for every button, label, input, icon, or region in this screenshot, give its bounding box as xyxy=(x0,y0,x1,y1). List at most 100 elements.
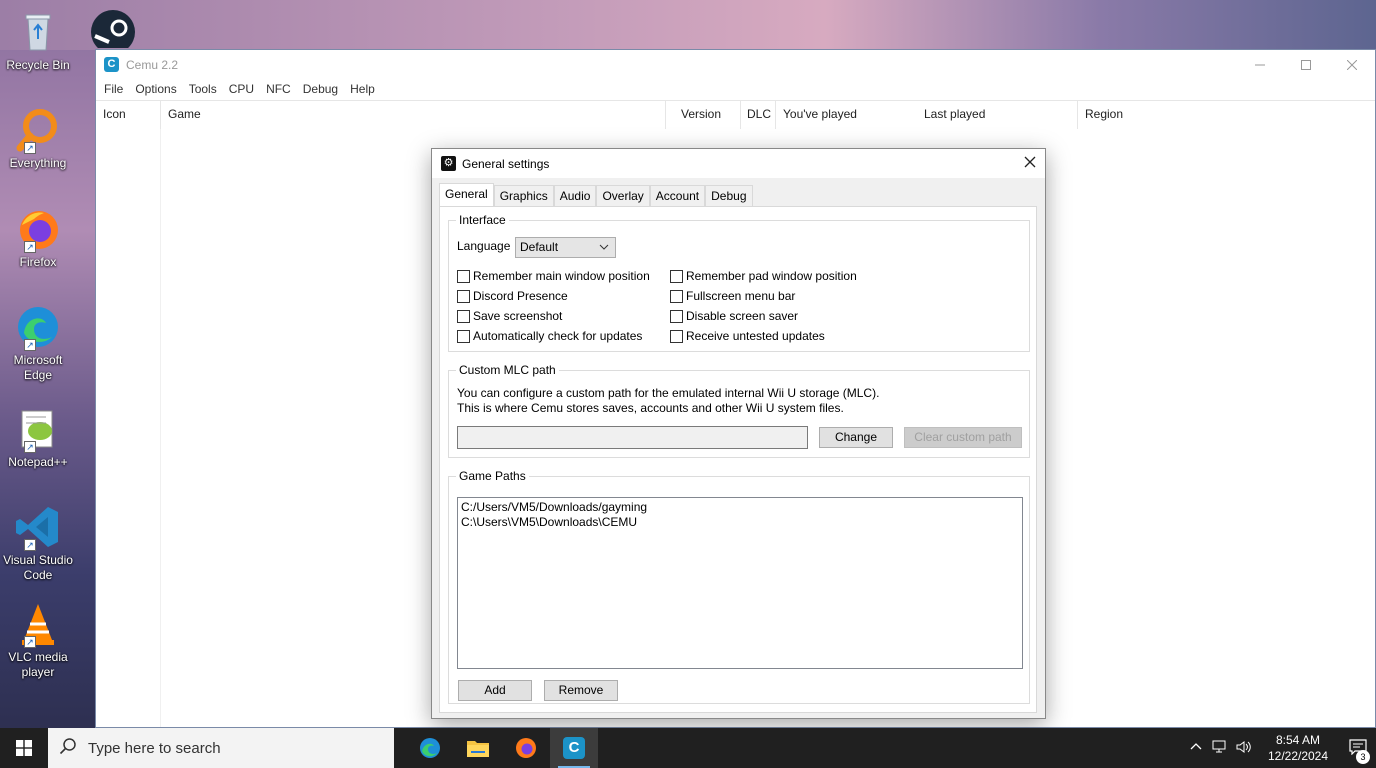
desktop-icon-label: Visual Studio Code xyxy=(3,553,73,582)
menu-debug[interactable]: Debug xyxy=(297,82,344,96)
vlc-icon: ↗ xyxy=(14,600,62,648)
taskbar-search-box[interactable]: Type here to search xyxy=(48,728,394,768)
language-select[interactable]: Default xyxy=(515,237,616,258)
taskbar-firefox[interactable] xyxy=(502,728,550,768)
tab-overlay[interactable]: Overlay xyxy=(596,185,650,206)
taskbar-cemu[interactable]: C xyxy=(550,728,598,768)
close-icon xyxy=(1347,59,1357,70)
mlc-description-1: You can configure a custom path for the … xyxy=(457,386,879,400)
checkbox-fullscreen-menu-bar[interactable]: Fullscreen menu bar xyxy=(670,289,795,303)
checkbox-remember-main-window[interactable]: Remember main window position xyxy=(457,269,650,283)
cemu-app-icon: C xyxy=(104,57,119,72)
taskbar-edge[interactable] xyxy=(406,728,454,768)
edge-icon xyxy=(420,738,440,758)
menubar: File Options Tools CPU NFC Debug Help xyxy=(96,79,1375,99)
checkbox-box[interactable] xyxy=(457,289,470,303)
menu-help[interactable]: Help xyxy=(344,82,381,96)
start-button[interactable] xyxy=(0,728,48,768)
desktop-icon-notepadpp[interactable]: ↗ Notepad++ xyxy=(2,405,74,470)
checkbox-label: Receive untested updates xyxy=(686,329,825,343)
game-path-item[interactable]: C:\Users\VM5\Downloads\CEMU xyxy=(461,515,1019,530)
column-icon[interactable]: Icon xyxy=(96,101,161,129)
desktop-icon-vlc[interactable]: ↗ VLC media player xyxy=(2,600,74,680)
checkbox-box[interactable] xyxy=(670,289,683,303)
checkbox-receive-untested-updates[interactable]: Receive untested updates xyxy=(670,329,825,343)
game-paths-group: Game Paths C:/Users/VM5/Downloads/gaymin… xyxy=(448,469,1030,704)
tab-audio[interactable]: Audio xyxy=(553,185,597,206)
checkbox-disable-screen-saver[interactable]: Disable screen saver xyxy=(670,309,798,323)
steam-icon[interactable] xyxy=(89,8,137,54)
taskbar-file-explorer[interactable] xyxy=(454,728,502,768)
tab-account[interactable]: Account xyxy=(649,185,706,206)
mlc-description-text: You can configure a custom path for the … xyxy=(457,386,880,400)
desktop-icon-firefox[interactable]: ↗ Firefox xyxy=(2,205,74,270)
column-region[interactable]: Region xyxy=(1078,101,1278,129)
desktop-icon-label: Notepad++ xyxy=(8,455,68,469)
menu-cpu[interactable]: CPU xyxy=(223,82,260,96)
checkbox-box[interactable] xyxy=(670,269,683,283)
dialog-titlebar[interactable]: ⚙ General settings xyxy=(432,149,1045,178)
column-dlc[interactable]: DLC xyxy=(741,101,776,129)
tab-debug[interactable]: Debug xyxy=(705,185,753,206)
clock-date: 12/22/2024 xyxy=(1267,749,1329,763)
desktop-icon-everything[interactable]: ↗ Everything xyxy=(2,106,74,171)
close-icon xyxy=(1024,156,1036,167)
system-tray: 8:54 AM 12/22/2024 3 xyxy=(1184,728,1376,768)
checkbox-box[interactable] xyxy=(457,269,470,283)
search-placeholder: Type here to search xyxy=(88,739,221,757)
checkbox-save-screenshot[interactable]: Save screenshot xyxy=(457,309,562,323)
chevron-down-icon xyxy=(599,238,609,264)
maximize-button[interactable] xyxy=(1283,50,1329,79)
checkbox-label: Save screenshot xyxy=(473,309,563,323)
desktop-icon-vscode[interactable]: ↗ Visual Studio Code xyxy=(2,503,74,583)
minimize-button[interactable] xyxy=(1237,50,1283,79)
remove-game-path-button[interactable]: Remove xyxy=(544,680,618,701)
checkbox-box[interactable] xyxy=(670,309,683,323)
general-tab-panel: Interface Language Default Remember main… xyxy=(439,206,1037,713)
close-button[interactable] xyxy=(1329,50,1375,79)
notification-center-button[interactable]: 3 xyxy=(1340,738,1376,764)
checkbox-remember-pad-window[interactable]: Remember pad window position xyxy=(670,269,857,283)
desktop-icon-label: Firefox xyxy=(19,255,57,269)
clock-time: 8:54 AM xyxy=(1275,733,1321,747)
mlc-path-input[interactable] xyxy=(457,426,808,449)
menu-options[interactable]: Options xyxy=(129,82,182,96)
game-path-item[interactable]: C:/Users/VM5/Downloads/gayming xyxy=(461,500,1019,515)
tab-graphics[interactable]: Graphics xyxy=(493,185,554,206)
desktop-icon-edge[interactable]: ↗ Microsoft Edge xyxy=(2,303,74,383)
column-version[interactable]: Version xyxy=(666,101,741,129)
notepadpp-icon: ↗ xyxy=(14,405,62,453)
change-mlc-button[interactable]: Change xyxy=(819,427,893,448)
column-youve-played[interactable]: You've played xyxy=(776,101,917,129)
cemu-titlebar[interactable]: C Cemu 2.2 xyxy=(96,50,1375,79)
dialog-close-button[interactable] xyxy=(1015,155,1045,173)
search-icon xyxy=(48,737,88,760)
checkbox-discord-presence[interactable]: Discord Presence xyxy=(457,289,568,303)
tab-general[interactable]: General xyxy=(439,183,494,206)
column-last-played[interactable]: Last played xyxy=(917,101,1078,129)
cemu-app-icon: C xyxy=(563,737,585,759)
checkbox-auto-check-updates[interactable]: Automatically check for updates xyxy=(457,329,642,343)
mlc-description-2: This is where Cemu stores saves, account… xyxy=(457,401,844,415)
menu-file[interactable]: File xyxy=(98,82,129,96)
add-game-path-button[interactable]: Add xyxy=(458,680,532,701)
minimize-icon xyxy=(1255,64,1265,65)
menu-tools[interactable]: Tools xyxy=(183,82,223,96)
checkbox-box[interactable] xyxy=(457,309,470,323)
interface-group-label: Interface xyxy=(456,213,509,227)
checkbox-box[interactable] xyxy=(457,329,470,343)
chevron-up-icon[interactable] xyxy=(1184,741,1208,756)
desktop-icon-recycle-bin[interactable]: Recycle Bin xyxy=(2,8,74,73)
game-list-header: Icon Game Version DLC You've played Last… xyxy=(96,100,1375,129)
menu-nfc[interactable]: NFC xyxy=(260,82,297,96)
taskbar-clock[interactable]: 8:54 AM 12/22/2024 xyxy=(1262,732,1334,764)
checkbox-label: Disable screen saver xyxy=(686,309,799,323)
volume-icon[interactable] xyxy=(1232,740,1256,757)
game-paths-list[interactable]: C:/Users/VM5/Downloads/gayming C:\Users\… xyxy=(457,497,1023,669)
checkbox-box[interactable] xyxy=(670,329,683,343)
game-paths-group-label: Game Paths xyxy=(456,469,529,483)
column-game[interactable]: Game xyxy=(161,101,666,129)
network-icon[interactable] xyxy=(1208,740,1232,757)
edge-icon: ↗ xyxy=(14,303,62,351)
clear-custom-path-button[interactable]: Clear custom path xyxy=(904,427,1022,448)
